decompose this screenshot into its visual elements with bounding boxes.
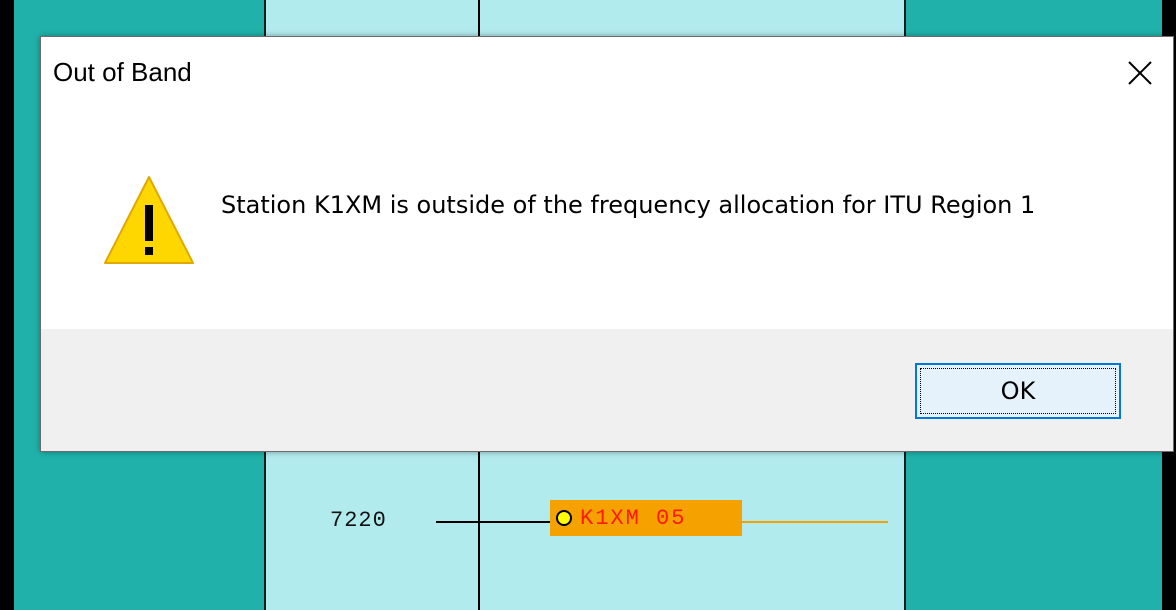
spot-line: [740, 521, 888, 523]
frequency-tick: [436, 521, 550, 523]
ok-button[interactable]: OK: [915, 363, 1121, 419]
dialog-title: Out of Band: [53, 57, 192, 87]
dialog-message: Station K1XM is outside of the frequency…: [221, 191, 1036, 219]
frequency-label: 7220: [330, 508, 387, 533]
out-of-band-dialog: Out of Band Station K1XM is outside of t…: [40, 36, 1174, 452]
station-spot[interactable]: K1XM 05: [550, 500, 742, 536]
warning-icon: [104, 176, 194, 264]
dialog-footer: OK: [41, 329, 1173, 451]
ok-button-label: OK: [1000, 377, 1036, 405]
close-button[interactable]: [1107, 37, 1173, 109]
spot-dot-icon: [556, 510, 572, 526]
spot-label: K1XM 05: [580, 505, 687, 531]
close-icon: [1128, 61, 1152, 85]
